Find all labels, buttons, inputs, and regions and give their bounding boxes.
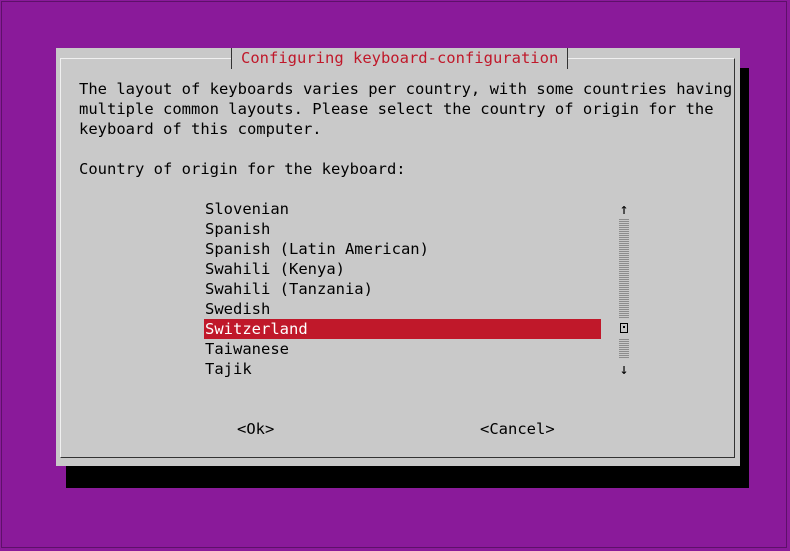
list-item-slovenian[interactable]: Slovenian bbox=[204, 199, 601, 219]
list-item-spanish[interactable]: Spanish bbox=[204, 219, 601, 239]
dialog-frame: The layout of keyboards varies per count… bbox=[60, 58, 735, 458]
country-list[interactable]: Slovenian Spanish Spanish (Latin America… bbox=[204, 199, 601, 379]
dialog-title: Configuring keyboard-configuration bbox=[231, 48, 569, 69]
list-item-swahili-tanzania[interactable]: Swahili (Tanzania) bbox=[204, 279, 601, 299]
scroll-up-arrow-icon[interactable]: ↑ bbox=[618, 199, 630, 219]
dialog-prompt: Country of origin for the keyboard: bbox=[79, 160, 406, 178]
list-item-spanish-latin-american[interactable]: Spanish (Latin American) bbox=[204, 239, 601, 259]
list-item-switzerland[interactable]: Switzerland bbox=[204, 319, 601, 339]
dialog-description: The layout of keyboards varies per count… bbox=[79, 80, 733, 138]
scroll-thumb-icon bbox=[620, 323, 628, 333]
list-item-taiwanese[interactable]: Taiwanese bbox=[204, 339, 601, 359]
cancel-button[interactable]: <Cancel> bbox=[480, 419, 555, 439]
scrollbar-track-lower[interactable] bbox=[619, 339, 629, 359]
list-item-swahili-kenya[interactable]: Swahili (Kenya) bbox=[204, 259, 601, 279]
scrollbar-track[interactable] bbox=[619, 219, 629, 319]
scroll-down-arrow-icon[interactable]: ↓ bbox=[618, 359, 630, 379]
ok-button[interactable]: <Ok> bbox=[237, 419, 274, 439]
scrollbar-thumb[interactable] bbox=[618, 319, 630, 339]
keyboard-config-dialog: The layout of keyboards varies per count… bbox=[56, 48, 740, 466]
list-item-swedish[interactable]: Swedish bbox=[204, 299, 601, 319]
list-item-tajik[interactable]: Tajik bbox=[204, 359, 601, 379]
